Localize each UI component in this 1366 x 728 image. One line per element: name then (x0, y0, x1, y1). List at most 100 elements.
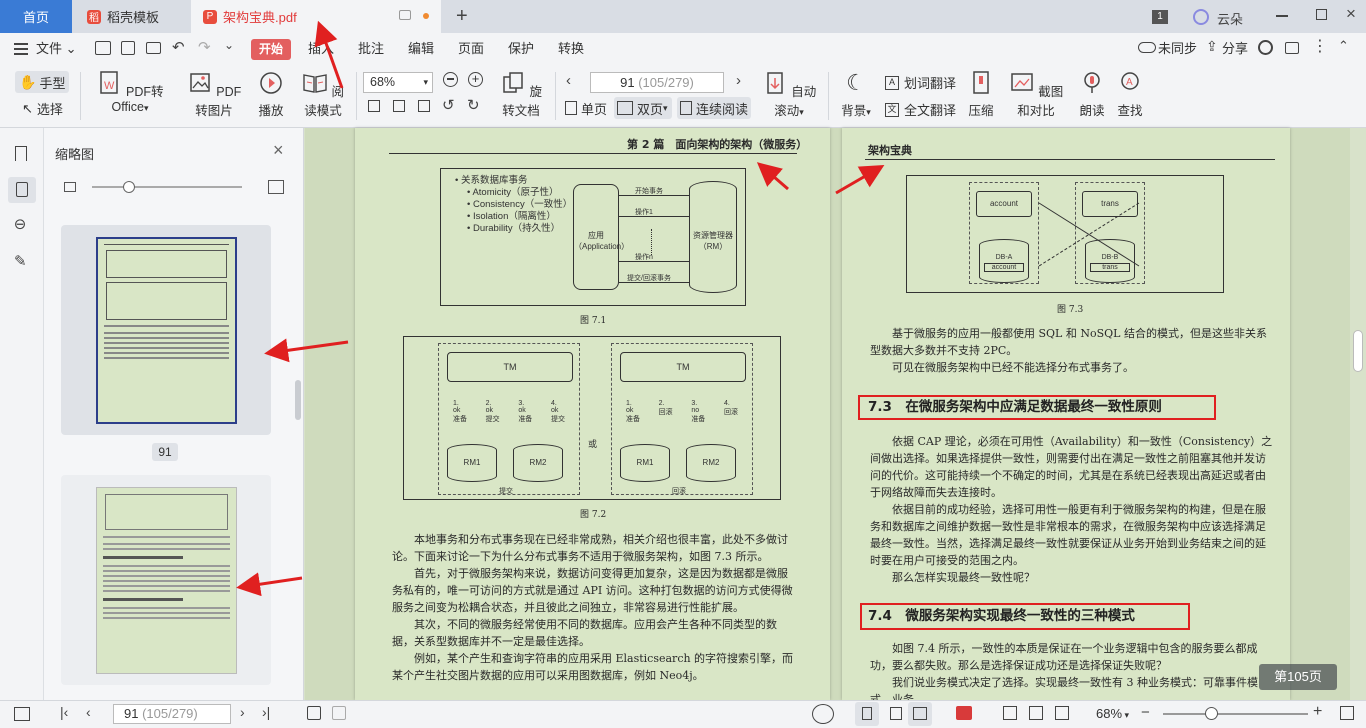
quick-access-dropdown-icon[interactable]: ⌄ (224, 38, 234, 52)
pdf-to-office-button[interactable]: W PDF转Office▾ (92, 70, 168, 114)
new-tab-icon[interactable]: + (456, 5, 468, 28)
collapse-ribbon-icon[interactable]: ⌃ (1338, 38, 1349, 54)
sync-status[interactable]: 未同步 (1158, 33, 1197, 65)
signature-icon[interactable]: ✎ (14, 252, 27, 270)
fit-page-status-icon[interactable] (1029, 706, 1043, 720)
window-count-badge[interactable]: 1 (1152, 10, 1168, 24)
last-page-icon[interactable]: ›| (262, 704, 270, 720)
open-folder-icon[interactable] (95, 41, 111, 55)
close-panel-icon[interactable]: × (273, 140, 284, 161)
hamburger-icon[interactable] (14, 43, 28, 55)
thumbnail-selected[interactable] (61, 225, 271, 435)
menu-annotate[interactable]: 批注 (358, 33, 384, 65)
continuous-reading-button[interactable]: 连续阅读 (677, 97, 751, 119)
menu-start[interactable]: 开始 (251, 39, 291, 60)
undo-icon[interactable]: ↶ (172, 38, 185, 56)
paragraph: 本地事务和分布式事务现在已经非常成熟，相关介绍也很丰富，此处不多做讨论。下面来讨… (392, 533, 788, 563)
single-page-button[interactable]: 单页 (565, 97, 607, 119)
next-page-icon[interactable]: › (736, 72, 741, 89)
feedback-icon[interactable] (1285, 42, 1299, 54)
full-translate-button[interactable]: 文全文翻译 (885, 100, 956, 119)
zoom-select[interactable]: 68% ▾ (363, 72, 433, 93)
user-name[interactable]: 云朵 (1217, 9, 1243, 28)
redo-icon[interactable]: ↷ (198, 38, 211, 56)
play-slideshow-icon[interactable] (956, 706, 972, 720)
status-zoom[interactable]: 68% ▾ (1096, 706, 1129, 721)
rotate-right-icon[interactable]: ↻ (467, 96, 480, 114)
double-page-view-button[interactable] (884, 702, 908, 726)
first-page-icon[interactable]: |‹ (60, 704, 68, 720)
small-thumbnail-icon[interactable] (64, 182, 76, 192)
thumbnail-size-slider[interactable] (92, 186, 242, 188)
rotate-document-button[interactable]: 旋转文档 (495, 70, 547, 119)
zoom-in-icon[interactable]: + (468, 72, 483, 87)
auto-scroll-button[interactable]: 自动滚动▾ (760, 70, 818, 119)
avatar[interactable] (1193, 9, 1209, 25)
print-icon[interactable] (146, 42, 161, 54)
thumbnail-tab[interactable] (8, 177, 36, 203)
tab-templates[interactable]: 稻 稻壳模板 (73, 0, 190, 33)
document-scrollbar-thumb[interactable] (1353, 330, 1363, 372)
menu-convert[interactable]: 转换 (558, 33, 584, 65)
read-mode-button[interactable]: 阅读模式 (297, 70, 349, 119)
status-prev-page-icon[interactable]: ‹ (86, 704, 91, 720)
menu-file[interactable]: 文件 ⌄ (36, 33, 77, 65)
compress-button[interactable]: 压缩 (966, 70, 996, 119)
continuous-view-button[interactable] (908, 702, 932, 726)
eye-protection-icon[interactable] (812, 704, 834, 724)
page-number-input[interactable]: 91 (105/279) (590, 72, 724, 93)
menu-insert[interactable]: 插入 (308, 33, 334, 65)
forward-icon[interactable] (332, 706, 346, 720)
share-button[interactable]: 分享 (1222, 33, 1248, 65)
rotate-left-icon[interactable]: ↺ (442, 96, 455, 114)
status-zoom-in-icon[interactable]: + (1313, 703, 1322, 721)
sidebar-toggle-icon[interactable] (14, 707, 30, 721)
tab-home[interactable]: 首页 (0, 0, 72, 33)
status-page-input[interactable]: 91 (105/279) (113, 704, 231, 724)
find-button[interactable]: A 查找 (1116, 70, 1144, 119)
status-zoom-out-icon[interactable]: − (1141, 704, 1150, 721)
fig71-arrow: 操作n (619, 254, 689, 262)
screenshot-compare-button[interactable]: 截图和对比 (1003, 70, 1069, 119)
minimize-icon[interactable] (1276, 15, 1288, 17)
select-tool-button[interactable]: ↖ 选择 (22, 99, 63, 118)
fullscreen-icon[interactable] (1340, 706, 1354, 720)
save-icon[interactable] (121, 41, 135, 55)
hand-tool-button[interactable]: ✋ 手型 (15, 71, 69, 93)
cloud-icon[interactable] (1138, 42, 1156, 53)
maximize-icon[interactable] (1316, 9, 1327, 20)
back-icon[interactable] (307, 706, 321, 720)
status-next-page-icon[interactable]: › (240, 704, 245, 720)
thumbnail-next[interactable] (61, 475, 271, 685)
large-thumbnail-icon[interactable] (268, 180, 284, 194)
pdf-to-image-button[interactable]: PDF转图片 (183, 70, 245, 119)
zoom-slider-handle[interactable] (1205, 707, 1218, 720)
close-window-icon[interactable]: × (1346, 4, 1356, 24)
word-translate-button[interactable]: A 划词翻译 (885, 73, 956, 92)
double-page-button[interactable]: 双页 ▾ (614, 97, 672, 119)
status-page-total: (105/279) (142, 706, 198, 721)
menu-edit[interactable]: 编辑 (408, 33, 434, 65)
fit-width-icon[interactable] (418, 100, 430, 112)
prev-page-icon[interactable]: ‹ (566, 72, 571, 89)
share-icon[interactable]: ⇪ (1206, 38, 1218, 55)
thumbnail-size-handle[interactable] (123, 181, 135, 193)
menu-protect[interactable]: 保护 (508, 33, 534, 65)
menu-page[interactable]: 页面 (458, 33, 484, 65)
zoom-slider[interactable] (1163, 713, 1308, 715)
settings-icon[interactable] (1258, 40, 1273, 55)
actual-size-icon[interactable] (368, 100, 380, 112)
more-icon[interactable]: ⋮ (1312, 36, 1328, 56)
play-button[interactable]: 播放 (254, 70, 288, 119)
thumbnail-scrollbar[interactable] (295, 380, 301, 420)
tab-pdf-document[interactable]: P 架构宝典.pdf (191, 0, 441, 33)
actual-size-status-icon[interactable] (1003, 706, 1017, 720)
single-page-view-button[interactable] (855, 702, 879, 726)
bookmark-icon[interactable] (15, 146, 27, 161)
monitor-icon[interactable] (399, 10, 411, 20)
read-aloud-button[interactable]: 朗读 (1078, 70, 1106, 119)
background-button[interactable]: ☾ 背景▾ (838, 70, 874, 119)
fit-width-status-icon[interactable] (1055, 706, 1069, 720)
zoom-out-icon[interactable] (443, 72, 458, 87)
fit-page-icon[interactable] (393, 100, 405, 112)
